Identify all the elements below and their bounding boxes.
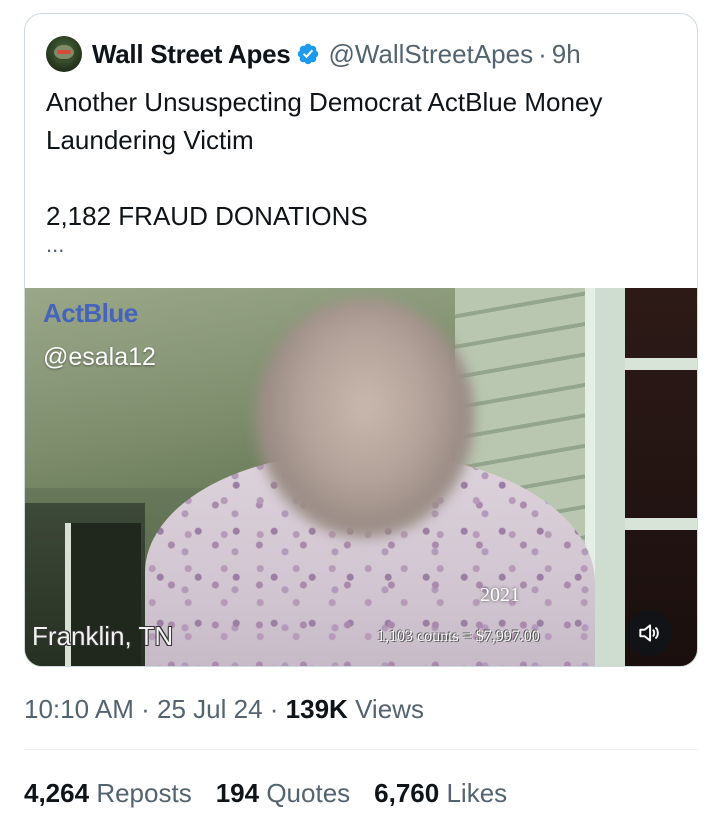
verified-badge-icon — [298, 43, 319, 65]
video-year-overlay: 2021 — [480, 584, 520, 606]
tweet-text-line: Another Unsuspecting Democrat ActBlue Mo… — [46, 87, 603, 117]
window — [625, 288, 697, 666]
author-handle[interactable]: @WallStreetApes — [328, 39, 533, 70]
views-count: 139K — [285, 694, 348, 724]
actblue-watermark: ActBlue — [43, 298, 138, 328]
blurred-face — [255, 298, 475, 538]
tweet-date[interactable]: 25 Jul 24 — [157, 694, 263, 724]
tweet-text-line: Laundering Victim — [46, 125, 254, 155]
separator-dot: · — [269, 694, 279, 724]
likes-stat[interactable]: 6,760 Likes — [374, 778, 507, 809]
author-display-name[interactable]: Wall Street Apes — [92, 39, 291, 70]
time-ago[interactable]: 9h — [552, 39, 581, 70]
mute-button[interactable] — [626, 610, 672, 656]
quotes-label: Quotes — [266, 778, 351, 808]
avatar[interactable] — [46, 36, 82, 72]
views-label: Views — [355, 694, 424, 724]
quoted-tweet-card[interactable]: Wall Street Apes @WallStreetApes · 9h An… — [24, 13, 698, 667]
reposts-count: 4,264 — [24, 778, 90, 808]
engagement-stats: 4,264 Reposts 194 Quotes 6,760 Likes — [24, 778, 507, 809]
quotes-stat[interactable]: 194 Quotes — [216, 778, 350, 809]
volume-icon — [639, 624, 659, 642]
separator-dot: · — [141, 694, 150, 724]
tweet-time[interactable]: 10:10 AM — [24, 694, 134, 724]
reposts-label: Reposts — [96, 778, 192, 808]
likes-label: Likes — [446, 778, 508, 808]
separator-dot: · — [538, 38, 547, 69]
video-handle-overlay: @esala12 — [43, 343, 156, 371]
show-more-ellipsis[interactable]: ... — [46, 234, 686, 256]
quotes-count: 194 — [215, 778, 260, 808]
tweet-meta: 10:10 AM · 25 Jul 24 · 139K Views — [24, 694, 424, 725]
video-location-overlay: Franklin, TN — [32, 621, 174, 651]
likes-count: 6,760 — [374, 778, 440, 808]
tweet-text: Another Unsuspecting Democrat ActBlue Mo… — [46, 83, 686, 256]
video-counts-overlay: 1,103 counts = $7,997.00 — [377, 628, 540, 645]
reposts-stat[interactable]: 4,264 Reposts — [24, 778, 192, 809]
tweet-text-line: 2,182 FRAUD DONATIONS — [46, 201, 368, 231]
quoted-tweet-header: Wall Street Apes @WallStreetApes · 9h — [46, 36, 581, 72]
divider — [24, 749, 698, 750]
video-media[interactable]: ActBlue @esala12 Franklin, TN 2021 1,103… — [25, 288, 697, 666]
